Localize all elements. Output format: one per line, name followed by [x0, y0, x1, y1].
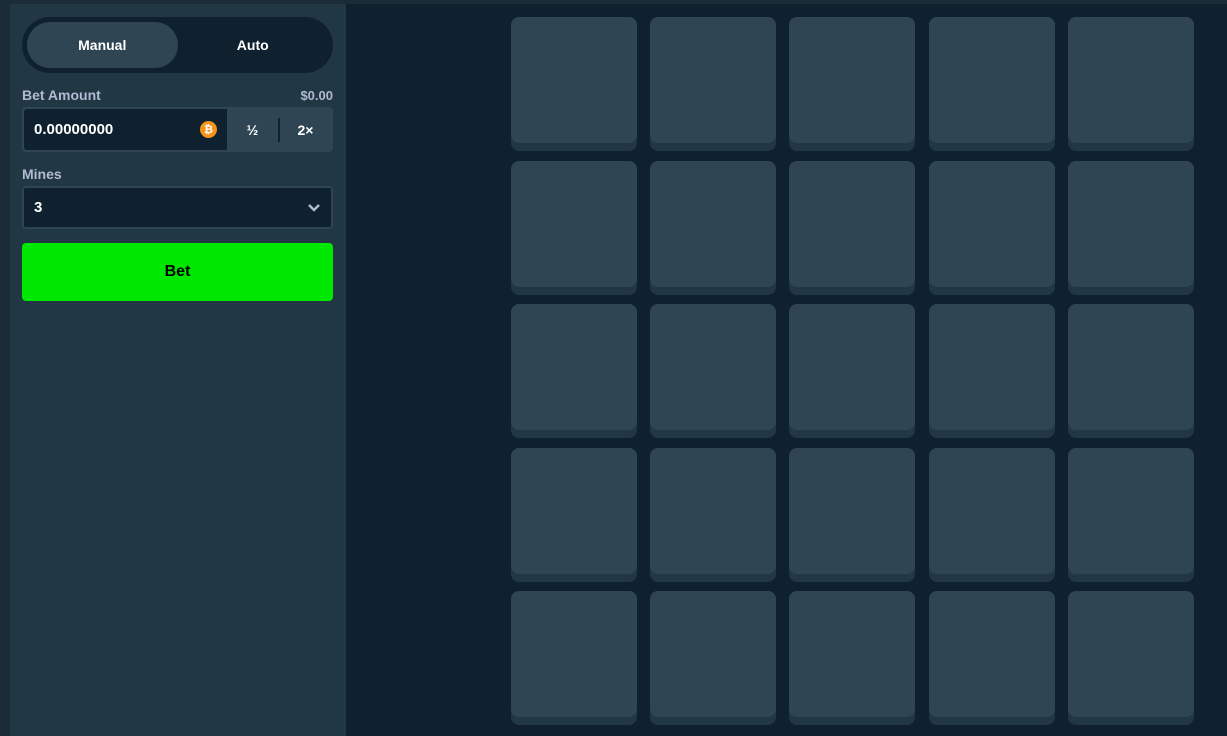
mines-label: Mines [22, 166, 62, 182]
game-area [346, 4, 1227, 736]
mines-select[interactable]: 3 [22, 186, 333, 229]
double-bet-button[interactable]: 2× [280, 109, 331, 150]
mine-tile[interactable] [928, 591, 1055, 726]
mine-tile[interactable] [928, 160, 1055, 295]
mine-tile[interactable] [511, 447, 637, 582]
mine-tile[interactable] [928, 17, 1055, 151]
mine-tile[interactable] [1067, 304, 1194, 439]
mine-tile[interactable] [1067, 17, 1194, 151]
bet-amount-group: 0.00000000 ₿ ½ 2× [22, 107, 333, 152]
mines-value: 3 [34, 199, 43, 216]
mine-tile[interactable] [511, 17, 637, 151]
bet-amount-usd: $0.00 [300, 88, 333, 103]
bet-amount-input[interactable]: 0.00000000 ₿ [24, 109, 227, 150]
mine-tile[interactable] [789, 17, 916, 151]
mines-grid [511, 17, 1194, 726]
mine-tile[interactable] [789, 160, 916, 295]
tab-auto[interactable]: Auto [178, 22, 329, 68]
chevron-down-icon [308, 203, 320, 212]
bet-button[interactable]: Bet [22, 243, 333, 301]
mine-tile[interactable] [650, 447, 777, 582]
mine-tile[interactable] [511, 160, 637, 295]
mine-tile[interactable] [789, 447, 916, 582]
mine-tile[interactable] [1067, 160, 1194, 295]
mine-tile[interactable] [928, 304, 1055, 439]
mine-tile[interactable] [789, 591, 916, 726]
mine-tile[interactable] [650, 304, 777, 439]
half-bet-button[interactable]: ½ [227, 109, 278, 150]
bet-amount-value: 0.00000000 [34, 121, 114, 138]
mine-tile[interactable] [650, 160, 777, 295]
mine-tile[interactable] [511, 304, 637, 439]
mode-toggle: Manual Auto [22, 17, 333, 73]
mine-tile[interactable] [789, 304, 916, 439]
mine-tile[interactable] [1067, 591, 1194, 726]
bet-sidebar: Manual Auto Bet Amount $0.00 0.00000000 … [10, 4, 346, 736]
bitcoin-icon: ₿ [200, 121, 217, 138]
mine-tile[interactable] [511, 591, 637, 726]
tab-manual[interactable]: Manual [27, 22, 178, 68]
mine-tile[interactable] [650, 17, 777, 151]
bet-amount-label: Bet Amount [22, 87, 101, 103]
mine-tile[interactable] [928, 447, 1055, 582]
mine-tile[interactable] [1067, 447, 1194, 582]
mine-tile[interactable] [650, 591, 777, 726]
